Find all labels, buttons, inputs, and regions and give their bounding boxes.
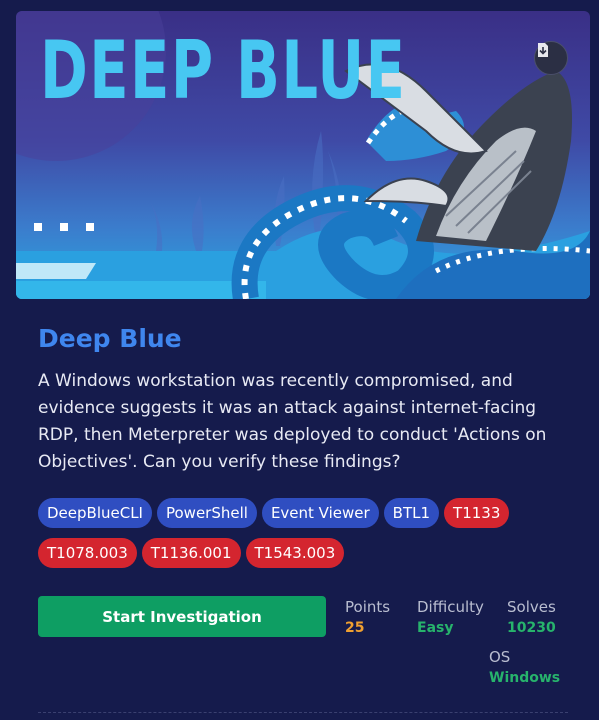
stat-solves-label: Solves xyxy=(507,598,556,616)
stat-os-label: OS xyxy=(489,648,511,666)
stat-solves-value: 10230 xyxy=(507,620,556,636)
tag-btl1[interactable]: BTL1 xyxy=(383,498,440,528)
stat-difficulty: Difficulty Easy xyxy=(417,598,484,636)
download-icon xyxy=(538,43,548,57)
tag-powershell[interactable]: PowerShell xyxy=(156,498,257,528)
tag-t1543-003[interactable]: T1543.003 xyxy=(245,538,345,568)
banner-title: DEEP BLUE xyxy=(40,24,407,117)
challenge-banner: DEEP BLUE xyxy=(16,11,590,299)
tag-t1078-003[interactable]: T1078.003 xyxy=(38,538,137,568)
tag-event-viewer[interactable]: Event Viewer xyxy=(261,498,379,528)
stat-points-value: 25 xyxy=(345,620,365,636)
stat-solves: Solves 10230 xyxy=(507,598,556,636)
start-investigation-button[interactable]: Start Investigation xyxy=(38,596,326,637)
stat-difficulty-label: Difficulty xyxy=(417,598,484,616)
download-button[interactable] xyxy=(534,41,568,75)
stat-os-value: Windows xyxy=(489,670,561,686)
divider xyxy=(38,712,568,713)
challenge-title: Deep Blue xyxy=(38,324,182,353)
stat-points-label: Points xyxy=(345,598,391,616)
tag-t1136-001[interactable]: T1136.001 xyxy=(141,538,241,568)
challenge-card: DEEP BLUE Deep Blue A Windows workstatio… xyxy=(0,0,599,720)
tag-list: DeepBlueCLI PowerShell Event Viewer BTL1 T11… xyxy=(38,498,578,578)
stat-points: Points 25 xyxy=(345,598,390,636)
tag-deepbluecli[interactable]: DeepBlueCLI xyxy=(38,498,152,528)
challenge-description: A Windows workstation was recently compr… xyxy=(38,371,547,472)
stat-os: OS Windows xyxy=(489,648,560,686)
tag-t1133[interactable]: T1133 xyxy=(444,498,510,528)
stat-difficulty-value: Easy xyxy=(417,620,454,636)
